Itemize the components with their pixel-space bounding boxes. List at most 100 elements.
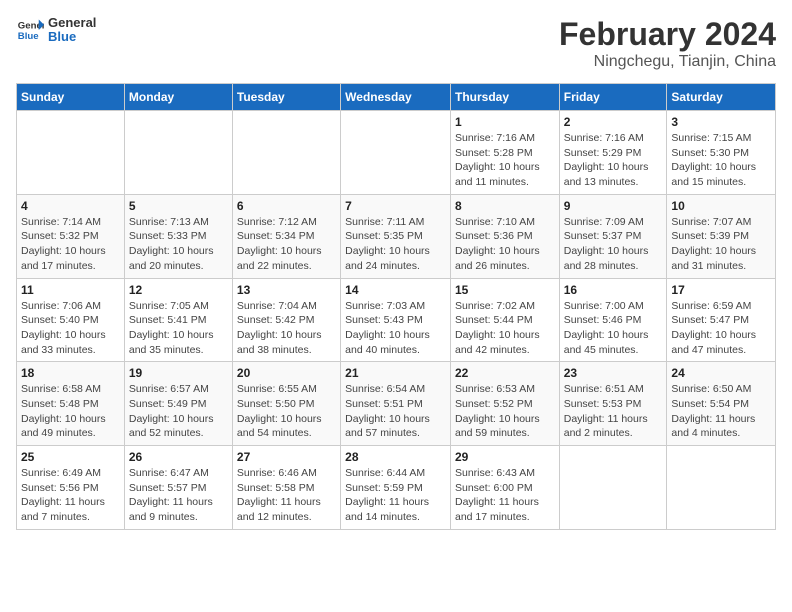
calendar-cell: 20 Sunrise: 6:55 AM Sunset: 5:50 PM Dayli…	[232, 362, 340, 446]
day-info: Sunrise: 7:07 AM Sunset: 5:39 PM Dayligh…	[671, 215, 771, 274]
day-info: Sunrise: 6:57 AM Sunset: 5:49 PM Dayligh…	[129, 382, 228, 441]
day-info: Sunrise: 6:58 AM Sunset: 5:48 PM Dayligh…	[21, 382, 120, 441]
day-number: 27	[237, 450, 336, 464]
day-info: Sunrise: 6:49 AM Sunset: 5:56 PM Dayligh…	[21, 466, 120, 525]
day-info: Sunrise: 6:44 AM Sunset: 5:59 PM Dayligh…	[345, 466, 446, 525]
day-info: Sunrise: 7:05 AM Sunset: 5:41 PM Dayligh…	[129, 299, 228, 358]
day-info: Sunrise: 7:04 AM Sunset: 5:42 PM Dayligh…	[237, 299, 336, 358]
day-info: Sunrise: 7:06 AM Sunset: 5:40 PM Dayligh…	[21, 299, 120, 358]
day-info: Sunrise: 7:15 AM Sunset: 5:30 PM Dayligh…	[671, 131, 771, 190]
page-subtitle: Ningchegu, Tianjin, China	[559, 53, 776, 71]
calendar-cell: 14 Sunrise: 7:03 AM Sunset: 5:43 PM Dayli…	[341, 278, 451, 362]
calendar-week-row: 18 Sunrise: 6:58 AM Sunset: 5:48 PM Dayli…	[17, 362, 776, 446]
day-number: 20	[237, 366, 336, 380]
calendar-cell: 24 Sunrise: 6:50 AM Sunset: 5:54 PM Dayli…	[667, 362, 776, 446]
calendar-cell: 17 Sunrise: 6:59 AM Sunset: 5:47 PM Dayli…	[667, 278, 776, 362]
day-number: 14	[345, 283, 446, 297]
weekday-header: Monday	[124, 84, 232, 111]
day-number: 21	[345, 366, 446, 380]
calendar-cell: 7 Sunrise: 7:11 AM Sunset: 5:35 PM Daylig…	[341, 194, 451, 278]
day-number: 12	[129, 283, 228, 297]
day-info: Sunrise: 6:55 AM Sunset: 5:50 PM Dayligh…	[237, 382, 336, 441]
weekday-header: Friday	[559, 84, 667, 111]
logo-blue: Blue	[48, 30, 96, 44]
calendar-cell: 16Sunrise: 7:00 AM Sunset: 5:46 PM Dayli…	[559, 278, 667, 362]
day-number: 6	[237, 199, 336, 213]
day-number: 29	[455, 450, 555, 464]
day-number: 8	[455, 199, 555, 213]
calendar-cell	[341, 111, 451, 195]
weekday-header: Thursday	[450, 84, 559, 111]
day-info: Sunrise: 6:53 AM Sunset: 5:52 PM Dayligh…	[455, 382, 555, 441]
day-info: Sunrise: 7:02 AM Sunset: 5:44 PM Dayligh…	[455, 299, 555, 358]
day-number: 2	[564, 115, 663, 129]
day-number: 18	[21, 366, 120, 380]
day-number: 4	[21, 199, 120, 213]
calendar-cell: 8Sunrise: 7:10 AM Sunset: 5:36 PM Daylig…	[450, 194, 559, 278]
calendar-cell: 22 Sunrise: 6:53 AM Sunset: 5:52 PM Dayli…	[450, 362, 559, 446]
day-info: Sunrise: 7:03 AM Sunset: 5:43 PM Dayligh…	[345, 299, 446, 358]
calendar-cell: 10 Sunrise: 7:07 AM Sunset: 5:39 PM Dayli…	[667, 194, 776, 278]
day-number: 9	[564, 199, 663, 213]
day-number: 11	[21, 283, 120, 297]
weekday-header: Tuesday	[232, 84, 340, 111]
calendar-cell: 27 Sunrise: 6:46 AM Sunset: 5:58 PM Dayli…	[232, 446, 340, 530]
day-number: 13	[237, 283, 336, 297]
day-number: 24	[671, 366, 771, 380]
day-info: Sunrise: 7:14 AM Sunset: 5:32 PM Dayligh…	[21, 215, 120, 274]
svg-text:Blue: Blue	[18, 31, 39, 42]
calendar-cell: 25 Sunrise: 6:49 AM Sunset: 5:56 PM Dayli…	[17, 446, 125, 530]
calendar-cell: 11 Sunrise: 7:06 AM Sunset: 5:40 PM Dayli…	[17, 278, 125, 362]
day-info: Sunrise: 6:50 AM Sunset: 5:54 PM Dayligh…	[671, 382, 771, 441]
day-number: 26	[129, 450, 228, 464]
calendar-cell	[667, 446, 776, 530]
calendar-cell	[17, 111, 125, 195]
day-number: 17	[671, 283, 771, 297]
calendar-cell: 3 Sunrise: 7:15 AM Sunset: 5:30 PM Daylig…	[667, 111, 776, 195]
calendar-table: SundayMondayTuesdayWednesdayThursdayFrid…	[16, 83, 776, 530]
calendar-week-row: 11 Sunrise: 7:06 AM Sunset: 5:40 PM Dayli…	[17, 278, 776, 362]
day-number: 22	[455, 366, 555, 380]
day-number: 3	[671, 115, 771, 129]
title-area: February 2024 Ningchegu, Tianjin, China	[559, 16, 776, 71]
calendar-cell: 12 Sunrise: 7:05 AM Sunset: 5:41 PM Dayli…	[124, 278, 232, 362]
day-number: 15	[455, 283, 555, 297]
header: General Blue General Blue February 2024 …	[16, 16, 776, 71]
page-title: February 2024	[559, 16, 776, 53]
day-info: Sunrise: 6:43 AM Sunset: 6:00 PM Dayligh…	[455, 466, 555, 525]
calendar-cell: 19 Sunrise: 6:57 AM Sunset: 5:49 PM Dayli…	[124, 362, 232, 446]
day-info: Sunrise: 7:11 AM Sunset: 5:35 PM Dayligh…	[345, 215, 446, 274]
day-number: 5	[129, 199, 228, 213]
day-info: Sunrise: 7:09 AM Sunset: 5:37 PM Dayligh…	[564, 215, 663, 274]
calendar-cell: 4 Sunrise: 7:14 AM Sunset: 5:32 PM Daylig…	[17, 194, 125, 278]
calendar-cell	[124, 111, 232, 195]
calendar-cell	[559, 446, 667, 530]
day-info: Sunrise: 6:54 AM Sunset: 5:51 PM Dayligh…	[345, 382, 446, 441]
day-info: Sunrise: 7:00 AM Sunset: 5:46 PM Dayligh…	[564, 299, 663, 358]
day-info: Sunrise: 6:47 AM Sunset: 5:57 PM Dayligh…	[129, 466, 228, 525]
day-number: 23	[564, 366, 663, 380]
day-info: Sunrise: 6:59 AM Sunset: 5:47 PM Dayligh…	[671, 299, 771, 358]
day-number: 28	[345, 450, 446, 464]
day-info: Sunrise: 7:16 AM Sunset: 5:29 PM Dayligh…	[564, 131, 663, 190]
calendar-cell: 2 Sunrise: 7:16 AM Sunset: 5:29 PM Daylig…	[559, 111, 667, 195]
calendar-cell: 18 Sunrise: 6:58 AM Sunset: 5:48 PM Dayli…	[17, 362, 125, 446]
calendar-cell: 1Sunrise: 7:16 AM Sunset: 5:28 PM Daylig…	[450, 111, 559, 195]
day-info: Sunrise: 7:12 AM Sunset: 5:34 PM Dayligh…	[237, 215, 336, 274]
weekday-header: Sunday	[17, 84, 125, 111]
weekday-header: Wednesday	[341, 84, 451, 111]
calendar-week-row: 1Sunrise: 7:16 AM Sunset: 5:28 PM Daylig…	[17, 111, 776, 195]
day-info: Sunrise: 7:13 AM Sunset: 5:33 PM Dayligh…	[129, 215, 228, 274]
day-number: 19	[129, 366, 228, 380]
day-number: 10	[671, 199, 771, 213]
calendar-cell	[232, 111, 340, 195]
calendar-week-row: 25 Sunrise: 6:49 AM Sunset: 5:56 PM Dayli…	[17, 446, 776, 530]
calendar-cell: 28 Sunrise: 6:44 AM Sunset: 5:59 PM Dayli…	[341, 446, 451, 530]
calendar-cell: 29 Sunrise: 6:43 AM Sunset: 6:00 PM Dayli…	[450, 446, 559, 530]
day-info: Sunrise: 6:46 AM Sunset: 5:58 PM Dayligh…	[237, 466, 336, 525]
calendar-cell: 13 Sunrise: 7:04 AM Sunset: 5:42 PM Dayli…	[232, 278, 340, 362]
logo: General Blue General Blue	[16, 16, 96, 45]
day-number: 25	[21, 450, 120, 464]
day-number: 7	[345, 199, 446, 213]
day-info: Sunrise: 7:16 AM Sunset: 5:28 PM Dayligh…	[455, 131, 555, 190]
